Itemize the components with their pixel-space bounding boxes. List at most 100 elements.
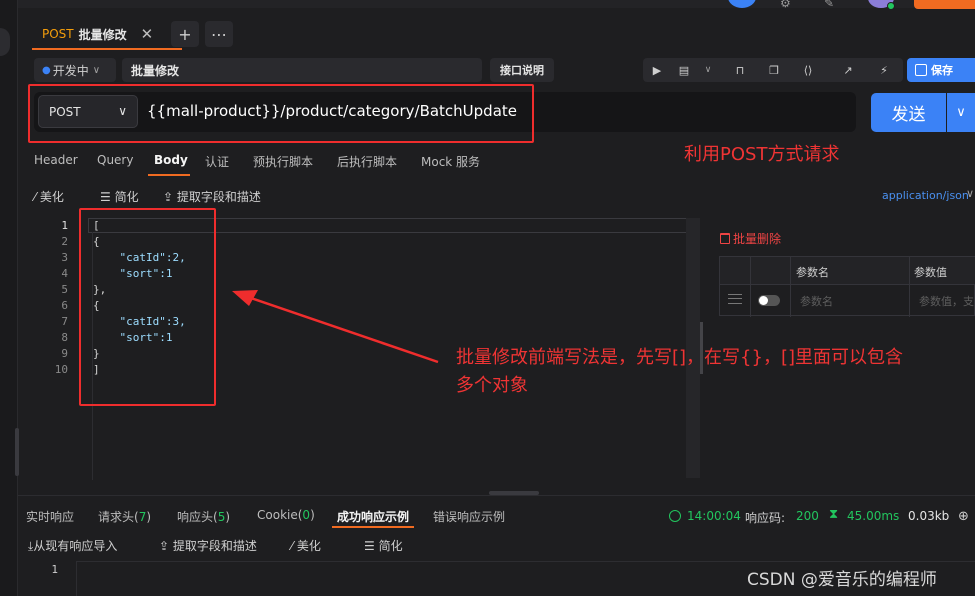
copy-icon[interactable]: ❐ [765,58,783,82]
status-code-label: 响应码: [745,511,786,525]
upgrade-button[interactable] [914,0,975,9]
watermark: CSDN @爱音乐的编程师 [747,570,937,590]
upload-icon: ⇪ [163,190,177,204]
simplify-button[interactable]: ☰ 简化 [100,188,139,205]
line-number: 8 [61,331,68,344]
edit-icon[interactable]: ✎ [824,0,834,10]
tab-body[interactable]: Body [154,153,188,167]
param-name-input[interactable]: 参数名 [800,293,833,309]
tab-batch-update[interactable]: POST 批量修改 ✕ [32,18,182,50]
more-icon: ⋯ [211,24,227,44]
column-divider [909,257,910,317]
req-headers-label: 请求头 [98,510,135,524]
flash-icon[interactable]: ⚡ [875,58,893,82]
line-number: 6 [61,299,68,312]
env-dot-icon: ● [42,64,51,76]
sidebar-scrollbar[interactable] [15,428,19,476]
share-icon[interactable]: ↗ [839,58,857,82]
annotation-post-note: 利用POST方式请求 [684,144,840,165]
resp-headers-count: 5 [217,510,226,524]
content-type-select[interactable]: application/json [882,189,969,202]
new-tab-button[interactable]: + [171,21,199,47]
tab-query[interactable]: Query [97,153,133,167]
param-value-input[interactable]: 参数值，支 [919,293,974,309]
globe-icon[interactable]: ⊕ [958,509,969,524]
column-header-value: 参数值 [914,266,947,279]
tab-method: POST [42,27,74,41]
column-divider [790,257,791,317]
tab-success-example[interactable]: 成功响应示例 [337,508,409,525]
annotation-box-url [28,84,534,143]
tab-header[interactable]: Header [34,153,78,167]
response-line-number: 1 [51,563,58,576]
trash-icon [720,233,730,244]
tab-post-script[interactable]: 后执行脚本 [337,153,397,170]
response-simplify-button[interactable]: ☰ 简化 [364,537,403,554]
tab-active-indicator [32,48,182,50]
tab-auth[interactable]: 认证 [205,153,229,170]
save-button[interactable]: 保存 [907,58,975,82]
extract-fields-button[interactable]: ⇪ 提取字段和描述 [163,188,261,205]
environment-select[interactable]: ● 开发中 ∨ [34,58,116,82]
tab-cookie[interactable]: Cookie(0) [257,508,315,522]
import-response-button[interactable]: ⤓从现有响应导入 [28,537,117,554]
chevron-down-icon: ∨ [956,105,966,120]
response-duration: 45.00ms [847,509,900,523]
tab-pre-script[interactable]: 预执行脚本 [253,153,313,170]
tab-request-headers[interactable]: 请求头(7) [98,508,151,525]
more-tabs-button[interactable]: ⋯ [205,21,233,47]
response-extract-button[interactable]: ⇪ 提取字段和描述 [159,537,257,554]
gear-icon[interactable]: ⚙ [780,0,791,10]
column-divider [750,257,751,317]
resp-headers-label: 响应头 [177,510,214,524]
upload-icon: ⇪ [159,539,173,553]
response-beautify-button[interactable]: ⁄ 美化 [291,537,321,554]
response-simplify-label: 简化 [378,539,403,553]
beautify-button[interactable]: ⁄ 美化 [34,188,64,205]
param-enable-toggle[interactable] [758,295,780,306]
request-sub-tabs: Header Query Body 认证 预执行脚本 后执行脚本 Mock 服务 [18,148,668,174]
line-number: 1 [61,219,68,232]
body-tab-indicator [148,174,190,176]
close-icon[interactable]: ✕ [141,25,154,43]
tab-mock[interactable]: Mock 服务 [421,153,480,170]
tab-title: 批量修改 [78,27,127,42]
column-header-name: 参数名 [796,266,829,279]
line-number: 9 [61,347,68,360]
extract-label: 提取字段和描述 [176,190,261,204]
save-label: 保存 [931,64,953,77]
send-options-button[interactable]: ∨ [947,93,975,132]
success-tab-indicator [332,526,414,528]
import-label: 从现有响应导入 [33,539,118,553]
tab-response-headers[interactable]: 响应头(5) [177,508,230,525]
request-name-input[interactable]: 批量修改 [122,58,482,82]
api-doc-button[interactable]: 接口说明 [490,58,554,82]
line-number: 4 [61,267,68,280]
annotation-body-note-2: 多个对象 [456,375,528,396]
cookie-label: Cookie [257,508,298,522]
drag-handle-icon[interactable] [728,294,742,304]
tab-error-example[interactable]: 错误响应示例 [433,508,505,525]
annotation-box-body [79,208,216,406]
chevron-down-icon[interactable]: ∨ [701,58,715,82]
lock-icon[interactable]: ⊓ [731,58,749,82]
params-table: 参数名 参数值 参数名 参数值，支 [719,256,975,317]
line-number: 2 [61,235,68,248]
response-size: 0.03kb [908,509,950,523]
chevron-down-icon[interactable]: ∨ [966,187,974,200]
clock-icon [669,510,681,522]
line-number: 7 [61,315,68,328]
code-icon[interactable]: ⟨⟩ [799,58,817,82]
run-icon[interactable]: ▶ [649,58,665,82]
response-time: 14:00:04 [687,509,741,523]
online-status-icon [887,2,895,10]
left-sidebar [0,0,18,596]
list-icon: ☰ [364,539,379,553]
send-button[interactable]: 发送 [871,93,946,132]
tab-realtime-response[interactable]: 实时响应 [26,508,74,525]
list-icon: ☰ [100,190,115,204]
simplify-label: 简化 [114,190,139,204]
annotation-body-note-1: 批量修改前端写法是，先写[]，在写{}，[]里面可以包含 [456,347,903,368]
bulk-delete-button[interactable]: 批量删除 [720,230,781,247]
view-icon[interactable]: ▤ [675,58,693,82]
